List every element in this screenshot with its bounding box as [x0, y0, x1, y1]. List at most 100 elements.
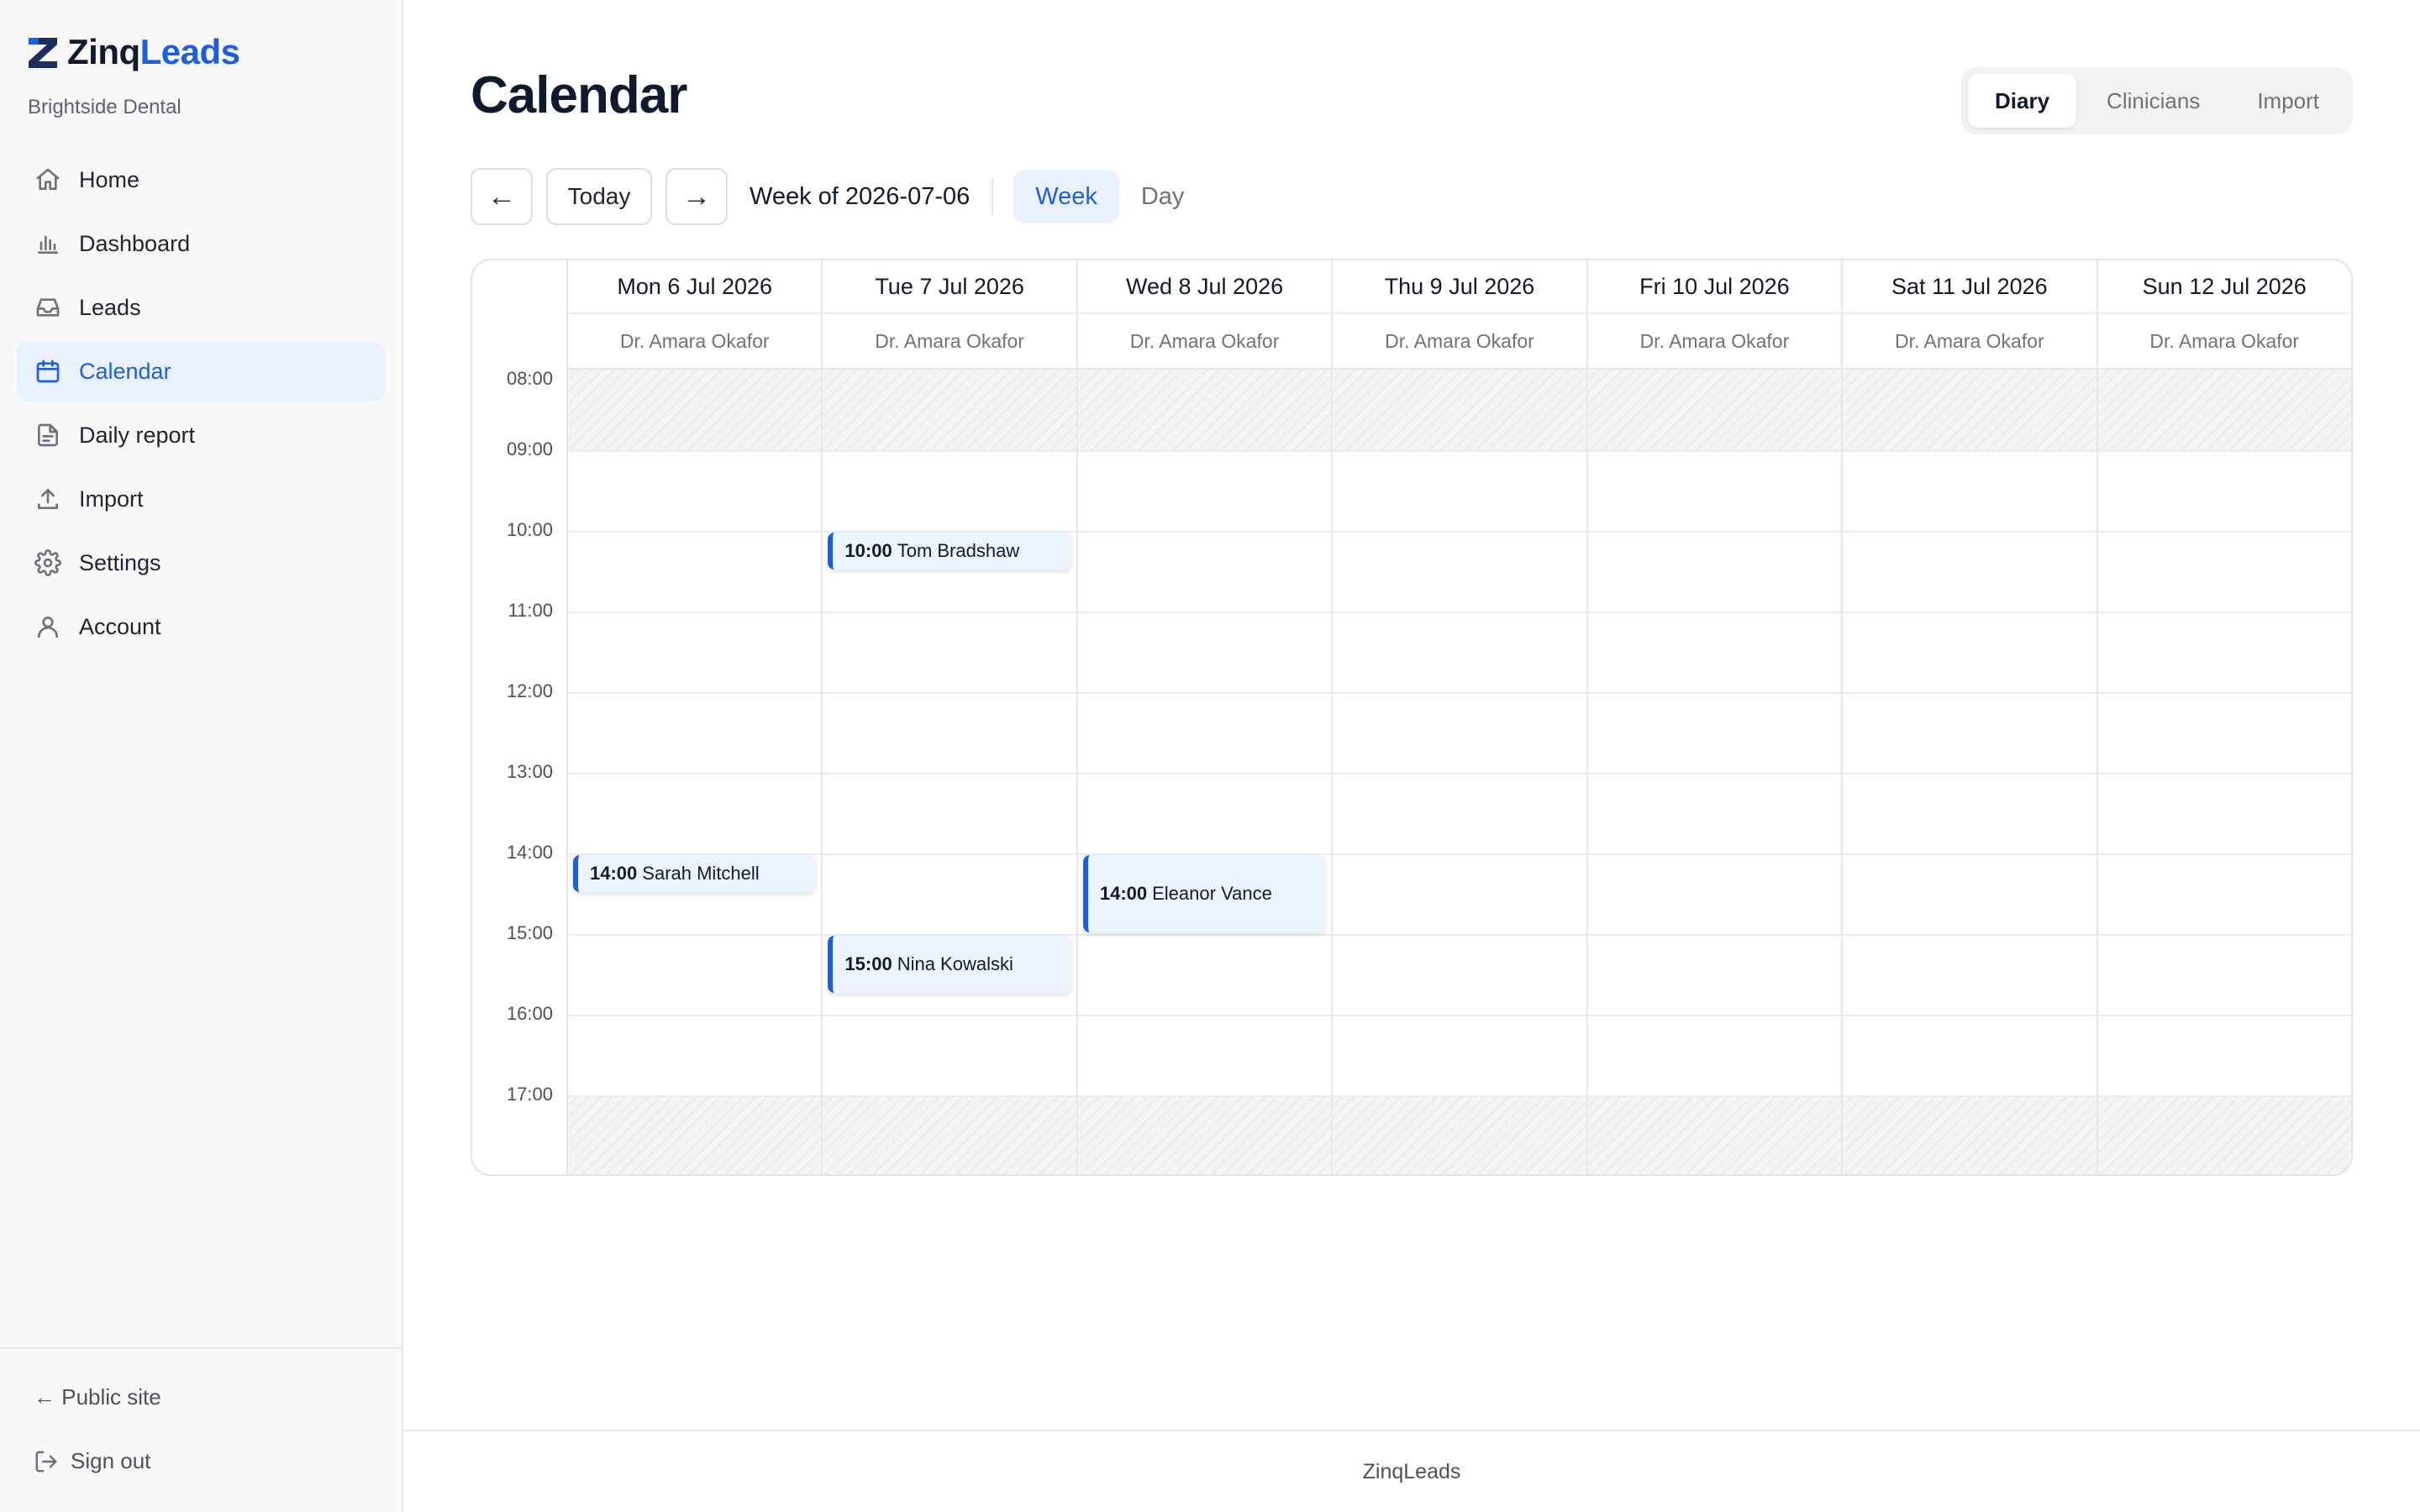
time-label: 12:00 — [506, 680, 553, 701]
hour-gridline — [1587, 1015, 1842, 1016]
tab-clinicians[interactable]: Clinicians — [2080, 74, 2227, 128]
sidebar-item-label: Dashboard — [79, 230, 191, 256]
today-button[interactable]: Today — [546, 168, 652, 225]
sidebar-item-label: Home — [79, 166, 140, 192]
hour-gridline — [1077, 692, 1332, 694]
hour-gridline — [568, 1015, 822, 1016]
day-column[interactable] — [1586, 370, 1842, 1174]
day-column[interactable] — [1331, 370, 1586, 1174]
sidebar-item-dashboard[interactable]: Dashboard — [17, 213, 385, 274]
day-clinician-label: Dr. Amara Okafor — [875, 329, 1024, 352]
page-footer: ZinqLeads — [403, 1430, 2420, 1512]
time-column: 08:00 09:00 10:00 11:00 12:00 13:00 14:00 15:00… — [472, 368, 566, 1174]
sidebar-item-import[interactable]: Import — [17, 469, 385, 529]
view-week-button[interactable]: Week — [1013, 170, 1119, 223]
zinq-logo-icon — [29, 38, 57, 68]
hour-gridline — [1077, 1095, 1332, 1097]
hour-gridline — [1333, 612, 1586, 613]
day-column[interactable] — [1841, 370, 2096, 1174]
previous-week-button[interactable]: ← — [471, 168, 533, 225]
tab-diary[interactable]: Diary — [1968, 74, 2077, 128]
hour-gridline — [2097, 450, 2351, 452]
hour-gridline — [1843, 531, 2096, 533]
sidebar-item-label: Daily report — [79, 422, 196, 448]
hour-gridline — [823, 692, 1076, 694]
hour-gridline — [1077, 531, 1332, 533]
hour-gridline — [1333, 531, 1586, 533]
day-date-label[interactable]: Tue 7 Jul 2026 — [823, 260, 1076, 314]
hour-gridline — [1587, 773, 1842, 774]
week-calendar: Mon 6 Jul 2026 Dr. Amara Okafor Tue 7 Jul … — [471, 259, 2353, 1176]
day-date-label[interactable]: Fri 10 Jul 2026 — [1587, 260, 1842, 314]
sidebar-item-label: Settings — [79, 549, 161, 575]
appointment-card[interactable]: 15:00 Nina Kowalski — [828, 936, 1071, 993]
time-label: 09:00 — [506, 438, 553, 459]
day-date-label[interactable]: Wed 8 Jul 2026 — [1077, 260, 1332, 314]
day-clinician-label: Dr. Amara Okafor — [619, 329, 770, 352]
sidebar-item-daily-report[interactable]: Daily report — [17, 405, 385, 465]
appointment-card[interactable]: 14:00 Sarah Mitchell — [573, 855, 817, 892]
hour-gridline — [1843, 773, 2096, 774]
hour-gridline — [1843, 1015, 2096, 1016]
calendar-icon — [34, 357, 62, 386]
upload-icon — [34, 485, 62, 513]
day-column[interactable] — [2096, 370, 2351, 1174]
hour-gridline — [2097, 1095, 2351, 1097]
calendar-tabs: Diary Clinicians Import — [1961, 67, 2353, 134]
day-date-label[interactable]: Thu 9 Jul 2026 — [1333, 260, 1586, 314]
day-clinician-label: Dr. Amara Okafor — [1385, 329, 1534, 352]
closed-slot — [1843, 1095, 2096, 1174]
calendar-header: Mon 6 Jul 2026 Dr. Amara Okafor Tue 7 Jul … — [566, 260, 2351, 370]
hour-gridline — [1333, 773, 1586, 774]
time-label: 17:00 — [506, 1084, 553, 1105]
sign-out-icon — [35, 1451, 57, 1472]
closed-slot — [2097, 370, 2351, 450]
hour-gridline — [1587, 934, 1842, 936]
day-date-label[interactable]: Sat 11 Jul 2026 — [1843, 260, 2096, 314]
logo[interactable]: ZinqLeads — [27, 32, 240, 72]
appointment-card[interactable]: 10:00 Tom Bradshaw — [828, 533, 1071, 570]
day-date-label[interactable]: Mon 6 Jul 2026 — [568, 260, 822, 314]
next-week-button[interactable]: → — [666, 168, 728, 225]
sidebar-item-label: Account — [79, 613, 161, 639]
sidebar-item-calendar[interactable]: Calendar — [17, 341, 385, 402]
hour-gridline — [568, 692, 822, 694]
day-column-header: Fri 10 Jul 2026 Dr. Amara Okafor — [1586, 260, 1842, 368]
day-column[interactable]: 10:00 Tom Bradshaw 15:00 Nina Kowalski — [821, 370, 1076, 1174]
hour-gridline — [1333, 1015, 1586, 1016]
hour-gridline — [1077, 1015, 1332, 1016]
inbox-icon — [34, 293, 62, 322]
time-label: 16:00 — [506, 1003, 553, 1024]
hour-gridline — [1333, 934, 1586, 936]
sidebar-footer: ← Public site Sign out — [0, 1347, 402, 1512]
tab-import[interactable]: Import — [2230, 74, 2346, 128]
view-day-button[interactable]: Day — [1119, 170, 1207, 223]
appointment-time: 14:00 — [590, 863, 638, 884]
public-site-label: ← Public site — [34, 1384, 161, 1410]
day-column[interactable]: 14:00 Sarah Mitchell — [566, 370, 822, 1174]
public-site-link[interactable]: ← Public site — [34, 1384, 161, 1410]
closed-slot — [1843, 370, 2096, 450]
gear-icon — [34, 549, 62, 577]
calendar-body: 08:00 09:00 10:00 11:00 12:00 13:00 14:00 15:00… — [472, 368, 2351, 1174]
hour-gridline — [1587, 531, 1842, 533]
hour-gridline — [2097, 531, 2351, 533]
day-column[interactable]: 14:00 Eleanor Vance — [1076, 370, 1332, 1174]
sidebar-item-settings[interactable]: Settings — [17, 533, 385, 593]
appointment-patient: Eleanor Vance — [1152, 883, 1272, 904]
bar-chart-icon — [34, 229, 62, 258]
sidebar-item-leads[interactable]: Leads — [17, 277, 385, 338]
day-column-header: Sat 11 Jul 2026 Dr. Amara Okafor — [1841, 260, 2096, 368]
sidebar-item-home[interactable]: Home — [17, 150, 385, 210]
day-column-header: Mon 6 Jul 2026 Dr. Amara Okafor — [566, 260, 822, 368]
appointment-patient: Sarah Mitchell — [642, 863, 760, 884]
logo-text: ZinqLeads — [67, 32, 240, 71]
toolbar-divider — [992, 178, 994, 215]
day-date-label[interactable]: Sun 12 Jul 2026 — [2097, 260, 2351, 314]
hour-gridline — [1333, 450, 1586, 452]
appointment-card[interactable]: 14:00 Eleanor Vance — [1082, 855, 1327, 932]
closed-slot — [1333, 370, 1586, 450]
sidebar-item-account[interactable]: Account — [17, 596, 385, 657]
sign-out-button[interactable]: Sign out — [34, 1448, 150, 1474]
hour-gridline — [2097, 853, 2351, 855]
